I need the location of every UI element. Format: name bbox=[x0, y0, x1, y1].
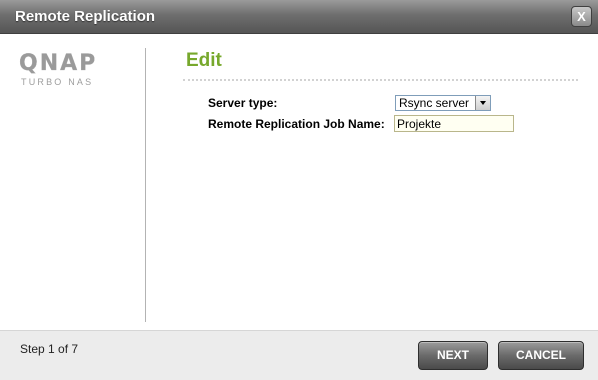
window-title: Remote Replication bbox=[15, 8, 156, 25]
title-bar: Remote Replication X bbox=[0, 0, 598, 34]
close-icon: X bbox=[577, 9, 586, 24]
next-button[interactable]: NEXT bbox=[418, 341, 488, 370]
dropdown-arrow-icon[interactable] bbox=[475, 96, 490, 110]
cancel-button[interactable]: CANCEL bbox=[498, 341, 584, 370]
job-name-input[interactable] bbox=[394, 115, 514, 132]
server-type-select[interactable]: Rsync server bbox=[395, 95, 491, 111]
job-name-label: Remote Replication Job Name: bbox=[208, 117, 385, 131]
close-button[interactable]: X bbox=[571, 6, 592, 27]
server-type-label: Server type: bbox=[208, 96, 278, 110]
step-indicator: Step 1 of 7 bbox=[20, 342, 79, 356]
logo-brand: QNAP bbox=[19, 51, 98, 76]
vertical-divider bbox=[145, 48, 146, 322]
logo-tagline: Turbo NAS bbox=[21, 77, 94, 87]
section-heading: Edit bbox=[186, 50, 222, 71]
wizard-footer: Step 1 of 7 NEXT CANCEL bbox=[0, 330, 598, 380]
heading-separator bbox=[183, 79, 578, 81]
qnap-logo: QNAP Turbo NAS bbox=[19, 51, 97, 87]
server-type-value: Rsync server bbox=[399, 96, 470, 110]
